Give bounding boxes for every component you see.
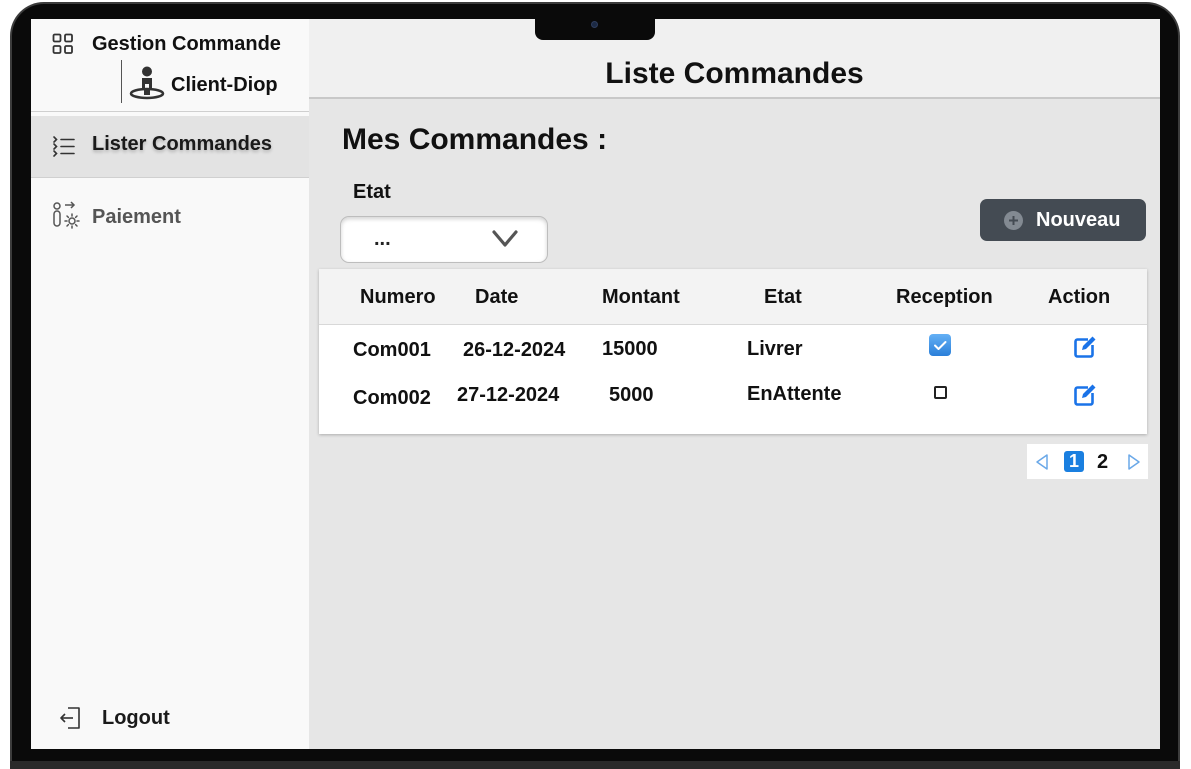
select-value: ... (374, 228, 391, 250)
camera-icon (591, 21, 598, 28)
sidebar-item-label: Paiement (92, 206, 181, 228)
divider (121, 60, 122, 103)
orders-table: Numero Date Montant Etat Reception Actio… (319, 269, 1147, 434)
logout-label: Logout (102, 707, 170, 729)
brand-header: Gestion Commande Client-Diop (31, 19, 309, 112)
edit-icon[interactable] (1073, 383, 1097, 412)
check-icon (934, 341, 947, 350)
column-header-action: Action (1048, 286, 1111, 308)
column-header-date: Date (475, 286, 519, 308)
reception-checkbox[interactable] (929, 334, 951, 356)
pagination: 1 2 (1027, 444, 1148, 479)
list-icon (52, 134, 76, 163)
page-1-button[interactable]: 1 (1064, 451, 1084, 472)
payment-settings-icon (52, 201, 80, 236)
column-header-reception: Reception (896, 286, 993, 308)
column-header-numero: Numero (360, 286, 436, 308)
table-header: Numero Date Montant Etat Reception Actio… (319, 269, 1147, 325)
laptop-base (10, 761, 1180, 769)
cell-montant: 5000 (609, 384, 654, 406)
screen: Gestion Commande Client-Diop Lister Comm… (31, 19, 1160, 749)
etat-select[interactable]: ... (340, 216, 548, 263)
cell-numero: Com001 (353, 339, 431, 361)
chevron-right-icon[interactable] (1126, 453, 1142, 476)
cell-numero: Com002 (353, 387, 431, 409)
sidebar: Gestion Commande Client-Diop Lister Comm… (31, 19, 309, 749)
page-title: Liste Commandes (605, 57, 864, 90)
cell-etat: Livrer (747, 338, 803, 360)
grid-icon (52, 33, 74, 60)
nouveau-button[interactable]: Nouveau (980, 199, 1146, 241)
chevron-left-icon[interactable] (1034, 453, 1050, 476)
logout-button[interactable]: Logout (31, 694, 309, 744)
camera-notch (535, 19, 655, 40)
filter-label: Etat (353, 181, 391, 203)
user-name: Client-Diop (171, 74, 278, 96)
app-title: Gestion Commande (92, 33, 281, 55)
nouveau-label: Nouveau (1036, 209, 1121, 231)
sidebar-item-paiement[interactable]: Paiement (31, 187, 309, 249)
reception-checkbox[interactable] (934, 386, 947, 399)
cell-date: 27-12-2024 (457, 384, 560, 406)
edit-icon[interactable] (1073, 335, 1097, 364)
page-2-button[interactable]: 2 (1097, 451, 1108, 474)
column-header-montant: Montant (602, 286, 680, 308)
section-title: Mes Commandes : (342, 123, 608, 156)
plus-icon (1004, 211, 1023, 235)
cell-date: 26-12-2024 (463, 339, 566, 361)
chevron-down-icon (491, 229, 519, 254)
page-header: Liste Commandes (309, 19, 1160, 99)
sidebar-item-label: Lister Commandes (92, 133, 273, 155)
logout-icon (59, 706, 81, 735)
cell-etat: EnAttente (747, 383, 842, 405)
sidebar-item-lister-commandes[interactable]: Lister Commandes (31, 116, 309, 178)
cell-montant: 15000 (602, 338, 658, 360)
column-header-etat: Etat (764, 286, 802, 308)
user-icon (128, 65, 166, 108)
